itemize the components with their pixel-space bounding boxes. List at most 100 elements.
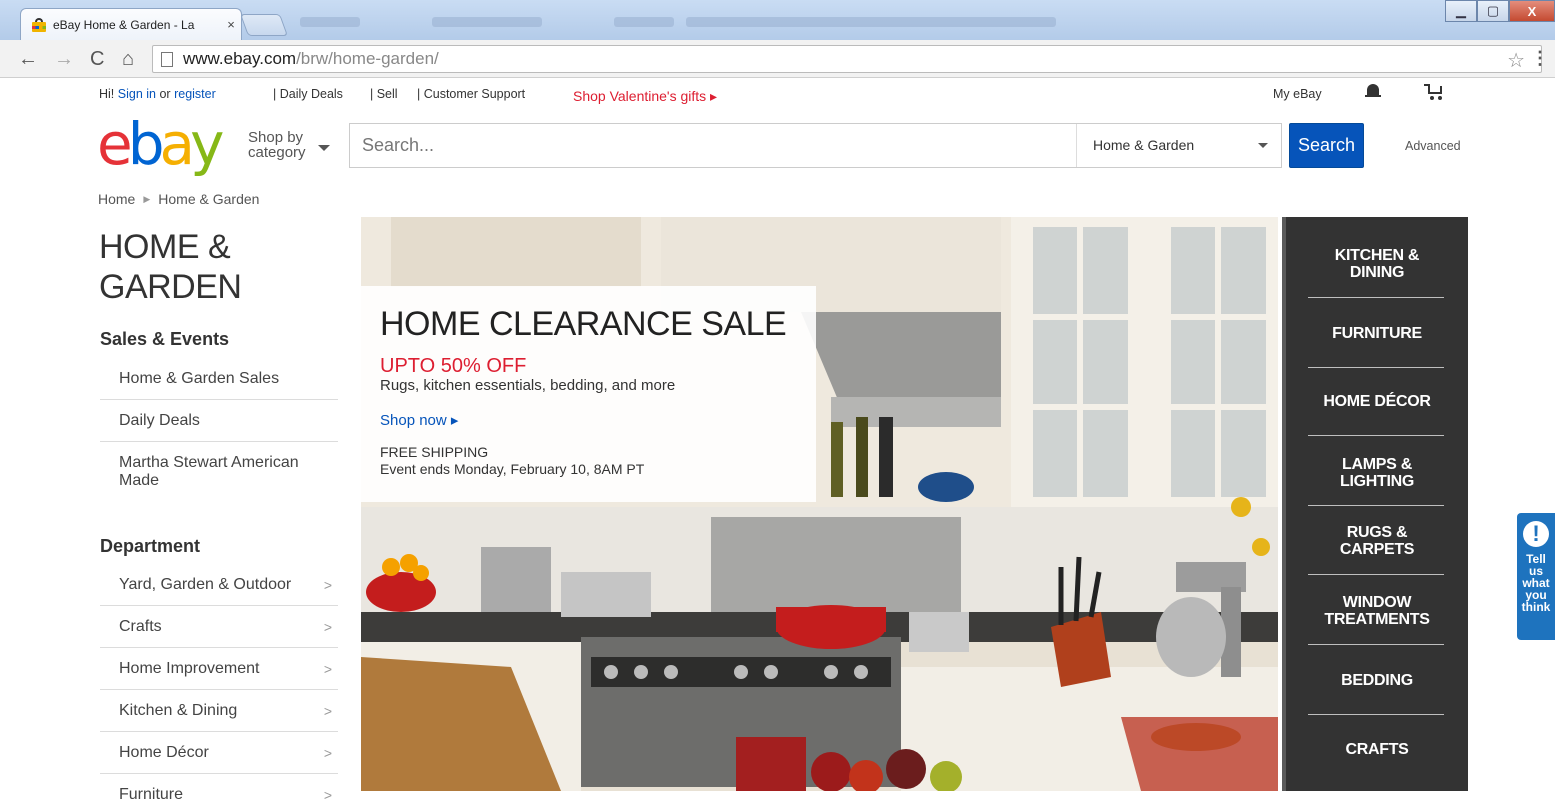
- browser-tab[interactable]: eBay Home & Garden - La ×: [20, 8, 242, 40]
- url-path: /brw/home-garden/: [296, 49, 439, 68]
- list-item-label: Yard, Garden & Outdoor: [119, 575, 292, 593]
- hero-title[interactable]: HOME CLEARANCE SALE: [380, 305, 787, 344]
- home-icon[interactable]: ⌂: [122, 48, 134, 71]
- address-bar: ← → C ⌂ www.ebay.com/brw/home-garden/ ☆ …: [0, 40, 1555, 78]
- category-label: LIGHTING: [1339, 473, 1415, 490]
- logo-a: a: [159, 110, 195, 178]
- cart-icon[interactable]: [1424, 84, 1444, 100]
- sales-item-home-garden-sales[interactable]: Home & Garden Sales: [100, 358, 338, 400]
- ebay-logo[interactable]: ebay: [97, 110, 224, 178]
- ebay-bag-icon: [31, 17, 47, 32]
- category-home-decor[interactable]: HOME DÉCOR: [1286, 393, 1468, 410]
- greeting-text: Hi!: [99, 87, 115, 101]
- hero-discount: UPTO 50% OFF: [380, 355, 527, 377]
- close-window-icon[interactable]: X: [1509, 0, 1555, 22]
- category-furniture[interactable]: FURNITURE: [1286, 325, 1468, 342]
- category-lamps-lighting[interactable]: LAMPS & LIGHTING: [1286, 456, 1468, 490]
- minimize-icon[interactable]: ▁: [1445, 0, 1477, 22]
- category-label: DINING: [1349, 264, 1405, 281]
- list-item-label: Home Décor: [119, 743, 209, 761]
- page-icon: [161, 51, 173, 67]
- event-ends-text: Event ends Monday, February 10, 8AM PT: [380, 461, 645, 477]
- feedback-line: think: [1521, 600, 1551, 614]
- divider: [1308, 435, 1444, 436]
- dept-item-home-improvement[interactable]: Home Improvement >: [100, 648, 338, 690]
- breadcrumb-current[interactable]: Home & Garden: [158, 191, 259, 207]
- caret-down-icon: [1258, 143, 1268, 148]
- search-input[interactable]: [350, 124, 1076, 167]
- category-window-treatments[interactable]: WINDOW TREATMENTS: [1286, 594, 1468, 628]
- shop-now-link[interactable]: Shop now ▸: [380, 411, 458, 429]
- chevron-right-icon: >: [323, 702, 332, 719]
- category-select[interactable]: Home & Garden: [1076, 124, 1282, 167]
- shop-by-category-button[interactable]: Shop by category: [248, 130, 306, 160]
- category-rugs-carpets[interactable]: RUGS & CARPETS: [1286, 524, 1468, 558]
- dept-item-kitchen-dining[interactable]: Kitchen & Dining >: [100, 690, 338, 732]
- window-controls: ▁ ▢ X: [1445, 0, 1555, 22]
- breadcrumb-separator-icon: ▶: [143, 193, 151, 204]
- browser-tab-strip: eBay Home & Garden - La × ▁ ▢ X: [0, 0, 1555, 40]
- divider: [1308, 644, 1444, 645]
- category-bedding[interactable]: BEDDING: [1286, 672, 1468, 689]
- notification-bell-icon[interactable]: [1365, 82, 1381, 100]
- divider: [1308, 714, 1444, 715]
- sales-events-heading: Sales & Events: [100, 329, 230, 349]
- maximize-icon[interactable]: ▢: [1477, 0, 1509, 22]
- daily-deals-link[interactable]: | Daily Deals: [273, 87, 343, 101]
- my-ebay-link[interactable]: My eBay: [1273, 87, 1322, 101]
- tab-title: eBay Home & Garden - La: [53, 17, 195, 32]
- list-item-label: Martha Stewart American Made: [119, 454, 299, 489]
- sales-events-list: Home & Garden Sales Daily Deals Martha S…: [100, 358, 338, 502]
- list-item-label: Home Improvement: [119, 659, 260, 677]
- dept-item-home-decor[interactable]: Home Décor >: [100, 732, 338, 774]
- exclamation-icon: !: [1523, 521, 1549, 547]
- shop-by-line1: Shop by: [248, 129, 304, 146]
- free-shipping-text: FREE SHIPPING: [380, 444, 489, 460]
- chevron-right-icon: >: [323, 576, 332, 593]
- category-label: FURNITURE: [1332, 325, 1422, 342]
- category-label: BEDDING: [1341, 672, 1413, 689]
- reload-icon[interactable]: C: [90, 48, 104, 71]
- customer-support-link[interactable]: | Customer Support: [417, 87, 525, 101]
- register-link[interactable]: register: [174, 87, 216, 101]
- taskbar-titles: [300, 14, 1056, 30]
- list-item-label: Crafts: [119, 617, 162, 635]
- advanced-search-link[interactable]: Advanced: [1405, 139, 1461, 153]
- feedback-tab[interactable]: ! Tell us what you think: [1517, 513, 1555, 640]
- category-kitchen-dining[interactable]: KITCHEN & DINING: [1286, 247, 1468, 281]
- back-arrow-icon[interactable]: ←: [18, 48, 38, 71]
- sales-item-martha-stewart[interactable]: Martha Stewart American Made: [100, 442, 338, 502]
- sales-item-daily-deals[interactable]: Daily Deals: [100, 400, 338, 442]
- chrome-menu-icon[interactable]: ⋮: [1531, 48, 1549, 69]
- category-label: CRAFTS: [1345, 741, 1409, 758]
- bookmark-star-icon[interactable]: ☆: [1507, 48, 1525, 73]
- list-item-label: Furniture: [119, 786, 184, 803]
- tab-close-icon[interactable]: ×: [221, 17, 241, 32]
- chevron-right-icon: >: [323, 660, 332, 677]
- search-bar: Home & Garden: [349, 123, 1282, 168]
- dept-item-furniture[interactable]: Furniture >: [100, 774, 338, 804]
- url-field[interactable]: www.ebay.com/brw/home-garden/: [152, 45, 1542, 73]
- category-crafts[interactable]: CRAFTS: [1286, 741, 1468, 758]
- valentines-promo-link[interactable]: Shop Valentine's gifts ▸: [573, 88, 717, 105]
- category-label: RUGS &: [1346, 524, 1408, 541]
- dept-item-crafts[interactable]: Crafts >: [100, 606, 338, 648]
- caret-down-icon[interactable]: [318, 145, 330, 151]
- sell-link[interactable]: | Sell: [370, 87, 398, 101]
- new-tab-button[interactable]: [239, 14, 289, 36]
- divider: [1308, 367, 1444, 368]
- greeting: Hi! Sign in or register: [99, 87, 216, 101]
- sign-in-link[interactable]: Sign in: [118, 87, 156, 101]
- category-label: LAMPS &: [1342, 456, 1412, 473]
- forward-arrow-icon[interactable]: →: [54, 48, 74, 71]
- or-text: or: [159, 87, 171, 101]
- utility-bar: Hi! Sign in or register | Daily Deals | …: [0, 80, 1555, 110]
- breadcrumb-home[interactable]: Home: [98, 191, 135, 207]
- dept-item-yard-garden[interactable]: Yard, Garden & Outdoor >: [100, 564, 338, 606]
- logo-y: y: [190, 110, 224, 178]
- category-label: KITCHEN &: [1334, 247, 1420, 264]
- logo-e: e: [97, 110, 133, 178]
- search-button[interactable]: Search: [1289, 123, 1364, 168]
- list-item-label: Home & Garden Sales: [119, 369, 280, 387]
- department-list: Yard, Garden & Outdoor > Crafts > Home Imp…: [100, 564, 338, 804]
